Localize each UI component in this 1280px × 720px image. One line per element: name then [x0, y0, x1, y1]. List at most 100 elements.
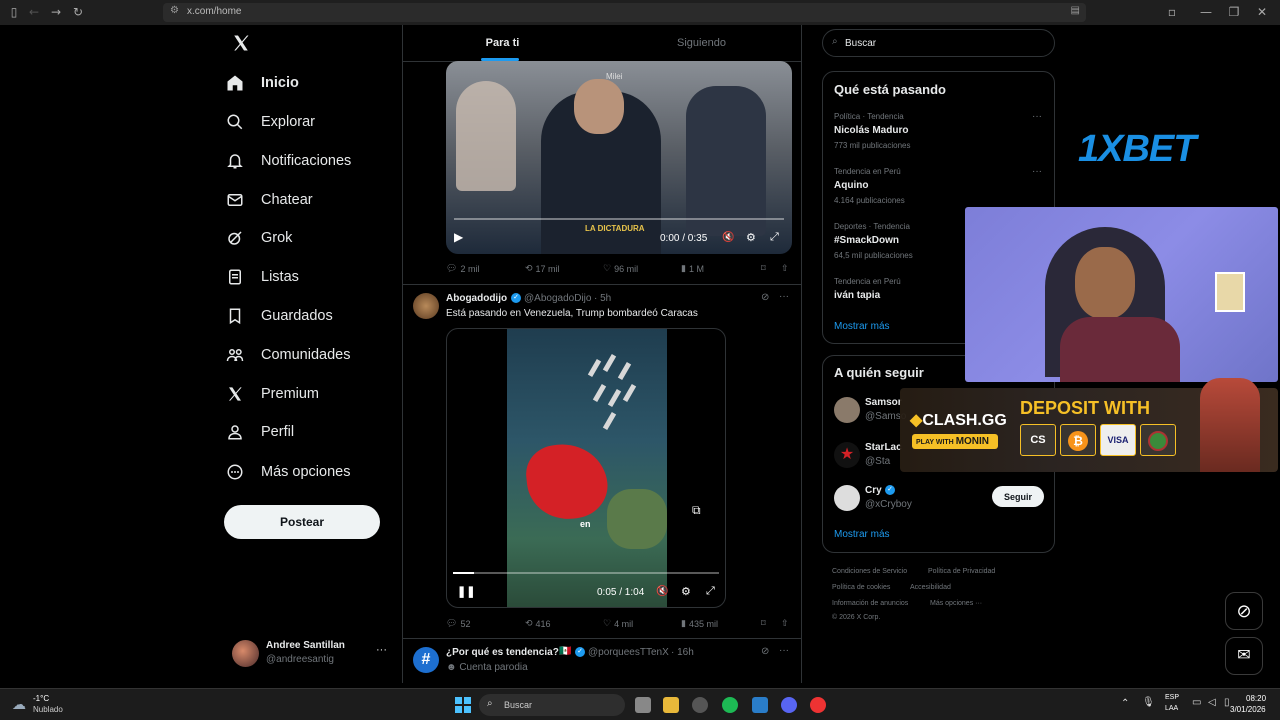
minimize-icon[interactable]: —: [1198, 4, 1214, 20]
tab-label: Para ti: [485, 37, 520, 49]
show-more-link[interactable]: Mostrar más: [834, 321, 890, 332]
footer-link[interactable]: Información de anuncios: [832, 600, 908, 607]
bookmark-button[interactable]: ⌑: [761, 263, 766, 274]
nav-item-comunidades[interactable]: Comunidades: [225, 340, 350, 370]
mute-icon[interactable]: 🔇: [656, 586, 668, 597]
footer-link[interactable]: Política de Privacidad: [928, 568, 995, 575]
nav-item-grok[interactable]: Grok: [225, 223, 292, 253]
fullscreen-icon[interactable]: ⤢: [706, 585, 715, 598]
tweet-video-player[interactable]: en ⧉ ❚❚ 0:05 / 1:04 🔇 ⚙ ⤢: [446, 328, 726, 608]
reply-button[interactable]: 💬︎ 2 mil: [446, 263, 479, 274]
refresh-icon[interactable]: ↻: [70, 4, 86, 20]
spotify-icon[interactable]: [722, 697, 738, 713]
reader-icon[interactable]: ▤: [1071, 5, 1080, 16]
close-icon[interactable]: ✕: [1254, 4, 1270, 20]
share-button[interactable]: ⇧: [781, 618, 789, 629]
mail-icon[interactable]: ✉: [1225, 637, 1263, 675]
nav-item-premium[interactable]: Premium: [225, 379, 319, 409]
search-input[interactable]: ⌕ Buscar: [822, 29, 1055, 57]
tweet-video-player[interactable]: Milei LA DICTADURA ▶ 0:00 / 0:35 🔇 ⚙ ⤢: [446, 61, 792, 254]
bookmark-button[interactable]: ⌑: [761, 618, 766, 629]
fullscreen-icon[interactable]: ⤢: [770, 231, 779, 244]
nav-item-notificaciones[interactable]: Notificaciones: [225, 146, 351, 176]
grok-icon[interactable]: ⊘: [1225, 592, 1263, 630]
nav-item-chatear[interactable]: Chatear: [225, 185, 313, 215]
address-bar[interactable]: ⚙ x.com/home ▤: [163, 3, 1086, 22]
retweet-button[interactable]: ⟲ 17 mil: [525, 263, 560, 274]
extensions-icon[interactable]: ▫: [1164, 4, 1180, 20]
follow-item[interactable]: Cry ✓ @xCryboy Seguir: [823, 482, 1054, 518]
like-button[interactable]: ♡ 4 mil: [603, 618, 633, 629]
nav-item-guardados[interactable]: Guardados: [225, 301, 333, 331]
pause-icon[interactable]: ❚❚: [457, 585, 475, 598]
nav-item-listas[interactable]: Listas: [225, 262, 299, 292]
more-dots-icon[interactable]: ···: [779, 645, 789, 656]
tweet-author-name[interactable]: ¿Por qué es tendencia?: [446, 647, 559, 658]
back-icon[interactable]: ←: [26, 4, 42, 20]
task-view-icon[interactable]: [635, 697, 651, 713]
discord-icon[interactable]: [781, 697, 797, 713]
sidebar-toggle-icon[interactable]: ▯: [6, 4, 22, 20]
file-explorer-icon[interactable]: [663, 697, 679, 713]
avatar[interactable]: [413, 293, 439, 319]
retweet-button[interactable]: ⟲ 416: [525, 618, 551, 629]
account-switcher[interactable]: Andree Santillan @andreesantig ···: [230, 638, 395, 670]
forward-icon[interactable]: →: [48, 4, 64, 20]
more-dots-icon[interactable]: ···: [779, 291, 789, 302]
battery-icon[interactable]: ▯: [1224, 697, 1230, 708]
pip-icon[interactable]: ⧉: [692, 503, 701, 518]
language-primary[interactable]: ESP: [1165, 694, 1179, 701]
play-icon[interactable]: ▶: [454, 230, 463, 244]
tab-para-ti[interactable]: Para ti: [403, 25, 602, 62]
tweet-author-handle[interactable]: @AbogadoDijo: [524, 293, 591, 304]
more-dots-icon[interactable]: ···: [1032, 111, 1042, 122]
language-secondary[interactable]: LAA: [1165, 705, 1178, 712]
video-progress-bar[interactable]: [454, 218, 784, 220]
nav-item-explorar[interactable]: Explorar: [225, 107, 315, 137]
site-info-icon[interactable]: ⚙: [170, 5, 179, 16]
trend-item[interactable]: Política · Tendencia Nicolás Maduro 773 …: [823, 110, 1054, 162]
footer-link[interactable]: Política de cookies: [832, 584, 890, 591]
nav-item-perfil[interactable]: Perfil: [225, 417, 294, 447]
chevron-up-icon[interactable]: ⌃: [1121, 698, 1129, 709]
mute-icon[interactable]: 🔇: [722, 232, 734, 243]
clock-date[interactable]: 3/01/2026: [1230, 705, 1266, 714]
grok-icon[interactable]: ⊘: [761, 292, 769, 303]
avatar[interactable]: #: [413, 647, 439, 673]
share-button[interactable]: ⇧: [781, 263, 789, 274]
follow-button[interactable]: Seguir: [992, 486, 1044, 507]
views-button[interactable]: ▮ 1 M: [681, 263, 704, 274]
microphone-icon[interactable]: 🎙︎: [1142, 697, 1155, 708]
taskbar-search[interactable]: ⌕ Buscar: [479, 694, 625, 716]
post-button[interactable]: Postear: [224, 505, 380, 539]
windows-start-icon[interactable]: [455, 697, 471, 713]
follow-name: Samsor: [865, 397, 902, 408]
nav-item-mas-opciones[interactable]: Más opciones: [225, 457, 350, 487]
app-icon[interactable]: [810, 697, 826, 713]
volume-icon[interactable]: ◁: [1208, 697, 1216, 708]
footer-link[interactable]: Más opciones ···: [930, 600, 982, 607]
like-button[interactable]: ♡ 96 mil: [603, 263, 638, 274]
tab-siguiendo[interactable]: Siguiendo: [602, 25, 801, 62]
video-progress-bar[interactable]: [453, 572, 719, 574]
more-dots-icon[interactable]: ···: [376, 644, 387, 656]
avatar: [834, 397, 860, 423]
more-dots-icon[interactable]: ···: [1032, 166, 1042, 177]
footer-link[interactable]: Accesibilidad: [910, 584, 951, 591]
tweet-author-handle[interactable]: @porqueesTTenX: [588, 647, 669, 658]
app-icon[interactable]: [752, 697, 768, 713]
views-button[interactable]: ▮ 435 mil: [681, 618, 718, 629]
reply-button[interactable]: 💬︎ 52: [446, 618, 470, 629]
show-more-link[interactable]: Mostrar más: [834, 529, 890, 540]
maximize-icon[interactable]: ❐: [1226, 4, 1242, 20]
x-logo-icon[interactable]: [232, 34, 250, 54]
tweet-author-name[interactable]: Abogadodijo: [446, 293, 507, 304]
network-icon[interactable]: ▭: [1192, 697, 1201, 708]
grok-icon[interactable]: ⊘: [761, 646, 769, 657]
clock-time[interactable]: 08:20: [1246, 694, 1266, 703]
nav-item-inicio[interactable]: Inicio: [225, 68, 299, 98]
footer-link[interactable]: Condiciones de Servicio: [832, 568, 907, 575]
settings-icon[interactable]: ⚙: [746, 231, 756, 244]
obs-icon[interactable]: [692, 697, 708, 713]
settings-icon[interactable]: ⚙: [681, 585, 691, 598]
